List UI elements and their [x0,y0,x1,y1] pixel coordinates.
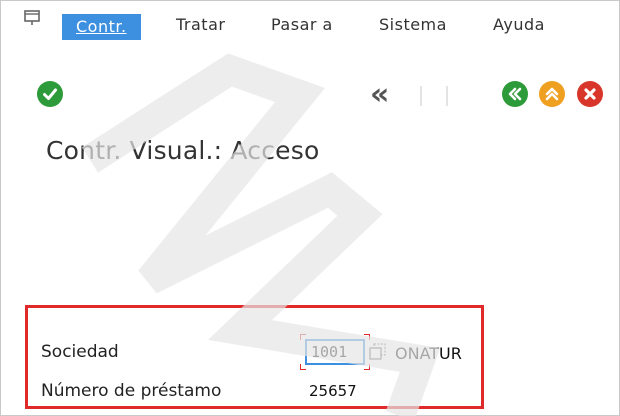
corner-marker [364,364,370,370]
corner-marker [300,334,306,340]
toolbar: « [0,76,620,116]
page-title: Contr. Visual.: Acceso [46,136,320,165]
menu-item-label: Sistema [379,15,447,34]
sociedad-label: Sociedad [41,342,119,362]
menu-item-ayuda[interactable]: Ayuda [493,12,545,38]
menu-item-pasar-a[interactable]: Pasar a [271,12,333,38]
value-help-icon[interactable] [369,343,387,361]
exit-icon[interactable] [539,81,565,107]
menu-item-label: Tratar [176,15,226,34]
sociedad-input[interactable]: 1001 [305,339,365,365]
menu-item-label: Contr. [76,17,127,36]
sociedad-description: ONATUR [395,344,462,363]
corner-marker [300,364,306,370]
prestamo-value: 25657 [309,382,357,400]
menu-item-sistema[interactable]: Sistema [379,12,447,38]
corner-marker [364,334,370,340]
cancel-icon[interactable] [577,81,603,107]
menu-item-label: Pasar a [271,15,333,34]
toolbar-separator [446,86,448,106]
menu-item-tratar[interactable]: Tratar [176,12,225,38]
toolbar-separator [420,86,422,106]
menu-item-contr[interactable]: Contr. [62,14,141,40]
check-icon[interactable] [37,81,63,107]
menu-bar: Contr. Tratar Pasar a Sistema Ayuda [0,10,620,40]
menu-icon[interactable] [24,10,44,26]
double-left-icon[interactable]: « [370,80,389,110]
back-icon[interactable] [502,81,528,107]
prestamo-label: Número de préstamo [41,381,222,401]
menu-item-label: Ayuda [493,15,545,34]
